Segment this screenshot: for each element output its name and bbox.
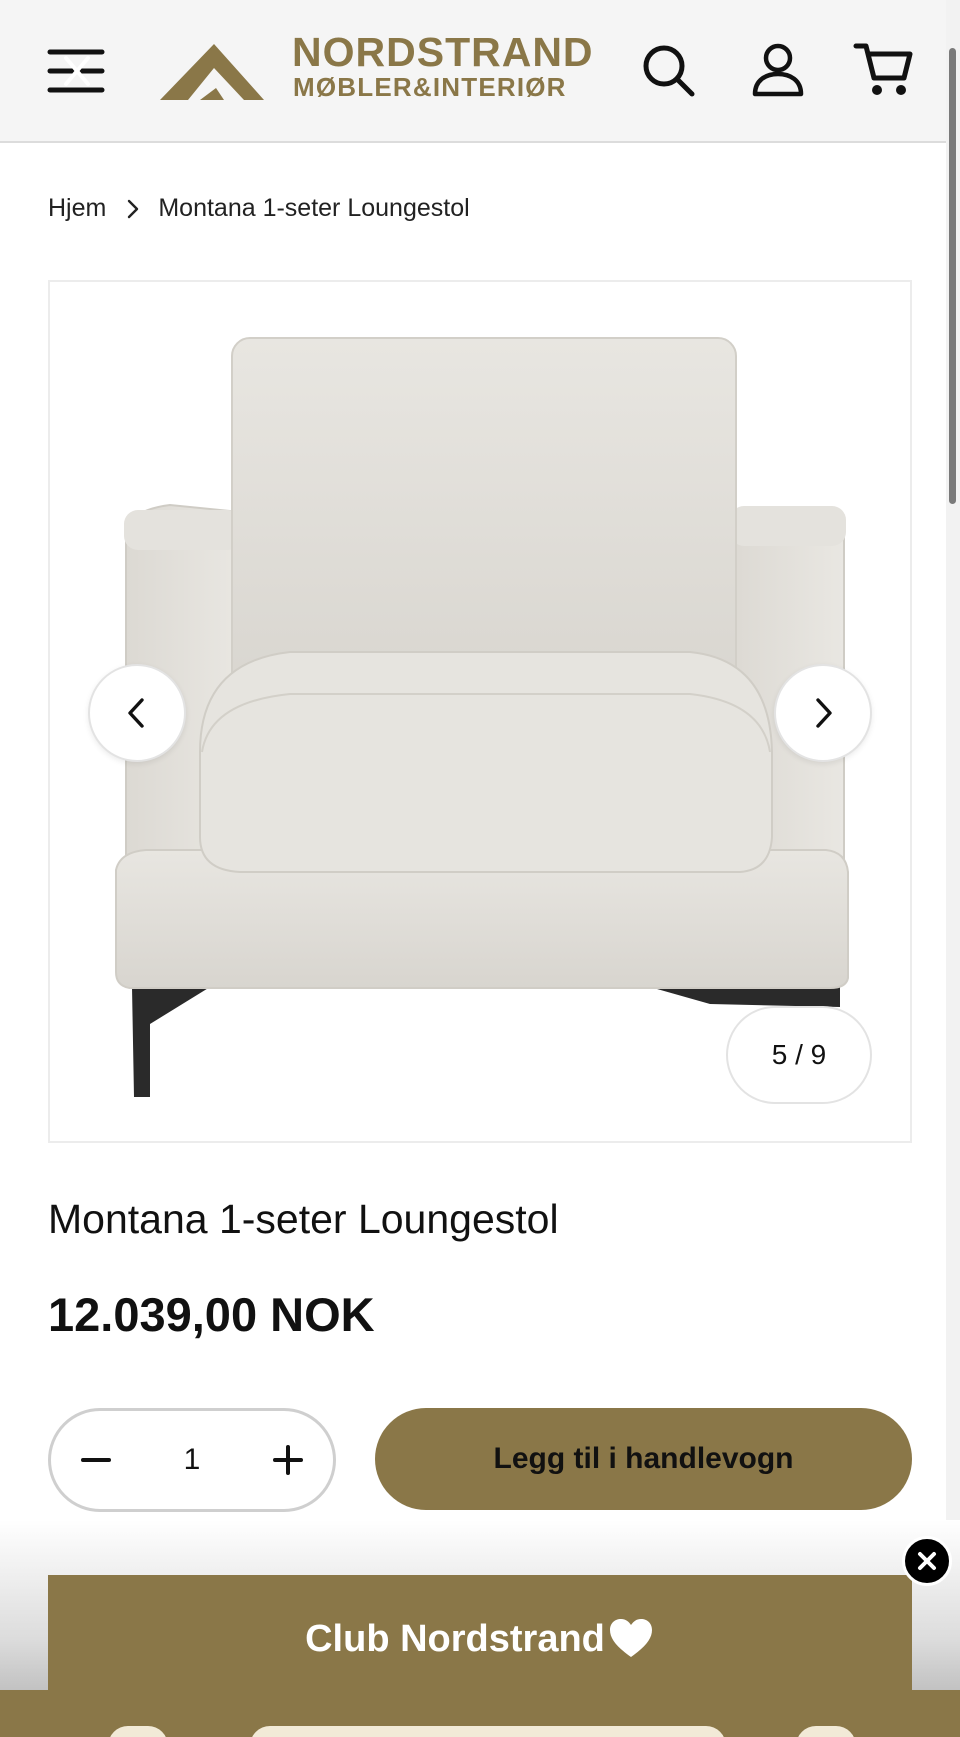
cart-icon[interactable] [852,38,916,102]
product-gallery[interactable]: 5 / 9 [48,280,912,1143]
add-to-cart-button[interactable]: Legg til i handlevogn [375,1408,912,1510]
account-icon[interactable] [746,38,810,102]
minus-icon [81,1458,111,1462]
close-popup-button[interactable] [902,1536,952,1586]
club-popup-title: Club Nordstrand [305,1618,605,1660]
chevron-right-icon [816,698,832,728]
quantity-stepper: 1 [48,1408,336,1512]
menu-icon[interactable] [40,38,114,104]
product-title: Montana 1-seter Loungestol [48,1196,559,1242]
gallery-next-button[interactable] [774,664,872,762]
gallery-prev-button[interactable] [88,664,186,762]
plus-icon [273,1445,303,1475]
quantity-input[interactable]: 1 [141,1411,243,1509]
site-header: NORDSTRAND MØBLER&INTERIØR [0,0,946,143]
product-price: 12.039,00 NOK [48,1288,375,1341]
gallery-counter: 5 / 9 [726,1006,872,1104]
chevron-left-icon [128,698,144,728]
brand-logo[interactable]: NORDSTRAND MØBLER&INTERIØR [158,29,620,104]
scrollbar-thumb[interactable] [949,48,956,504]
close-icon [918,1552,936,1570]
popup-option-pill[interactable] [108,1726,168,1737]
breadcrumb-current: Montana 1-seter Loungestol [158,194,470,222]
chevron-right-icon [122,198,144,220]
popup-bottom [0,1690,960,1737]
popup-option-pill[interactable] [250,1726,726,1737]
quantity-increase-button[interactable] [243,1411,333,1509]
popup-option-pill[interactable] [796,1726,856,1737]
breadcrumb-home-link[interactable]: Hjem [48,194,106,223]
brand-name: NORDSTRAND [292,29,594,75]
logo-mark-icon [160,44,264,100]
brand-subtitle: MØBLER&INTERIØR [293,72,567,102]
breadcrumb: Hjem Montana 1-seter Loungestol [48,194,470,223]
quantity-decrease-button[interactable] [51,1411,141,1509]
search-icon[interactable] [636,38,700,102]
page-scrollbar[interactable] [946,0,960,1737]
